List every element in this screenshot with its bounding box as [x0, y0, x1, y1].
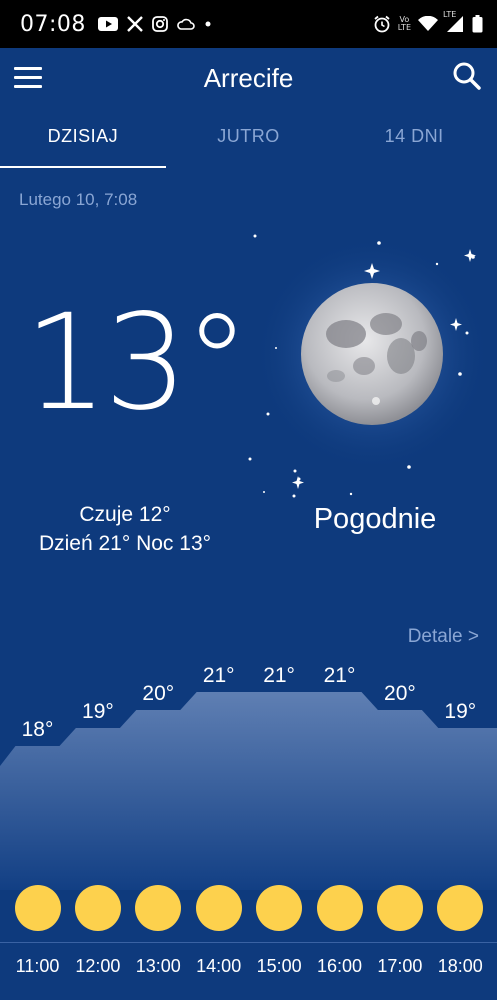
details-link[interactable]: Detale >	[408, 626, 479, 648]
hourly-weather-icons	[0, 885, 497, 935]
sun-icon	[256, 885, 303, 931]
hourly-temp-label: 19°	[444, 700, 476, 723]
moon-icon	[236, 226, 496, 516]
menu-icon-bar	[14, 75, 42, 79]
volte-label-bottom: LTE	[397, 23, 411, 32]
sun-icon	[14, 885, 61, 931]
sun-icon	[437, 885, 484, 931]
menu-icon	[14, 66, 42, 70]
location-title[interactable]: Arrecife	[204, 63, 294, 94]
weather-condition: Pogodnie	[313, 503, 437, 535]
divider	[0, 942, 497, 943]
hourly-temp-label: 21°	[263, 664, 295, 687]
hourly-temp-label: 20°	[384, 682, 416, 705]
hourly-times: 11:00 12:00 13:00 14:00 15:00 16:00 17:00 18:00	[0, 956, 497, 986]
hourly-temperature-chart: 18° 19° 20° 21° 21° 21° 20° 19°	[0, 664, 497, 890]
battery-icon	[472, 15, 483, 33]
x-icon	[127, 16, 143, 32]
status-time: 07:08	[20, 11, 86, 37]
wifi-icon	[418, 16, 438, 32]
volte-icon: Vo LTE	[398, 16, 411, 32]
youtube-icon	[97, 17, 118, 31]
hourly-temp-label: 19°	[82, 700, 114, 723]
hourly-time-label: 13:00	[135, 956, 181, 976]
hourly-temp-label: 18°	[22, 718, 54, 741]
sun-icon	[135, 885, 182, 931]
sun-icon	[74, 885, 121, 931]
tab-today[interactable]: DZISIAJ	[0, 108, 166, 168]
hourly-temp-label: 21°	[324, 664, 356, 687]
search-button[interactable]	[451, 60, 483, 92]
temperature-area	[0, 692, 497, 890]
hourly-time-label: 14:00	[196, 956, 242, 976]
hourly-time-label: 12:00	[75, 956, 121, 976]
sun-icon	[195, 885, 242, 931]
current-date: Lutego 10, 7:08	[19, 190, 138, 209]
cloud-icon	[177, 17, 195, 31]
tab-14-days[interactable]: 14 DNI	[331, 108, 497, 168]
current-temperature: 13°	[24, 286, 250, 440]
status-bar: 07:08 Vo LTE LTE	[0, 0, 497, 48]
lte-label: LTE	[443, 10, 457, 19]
day-night-temps: Dzień 21° Noc 13°	[38, 532, 212, 555]
status-notification-icons	[97, 16, 212, 32]
hourly-time-label: 18:00	[437, 956, 483, 976]
alarm-icon	[373, 15, 391, 33]
status-system-icons: Vo LTE LTE	[373, 11, 483, 33]
app-bar: Arrecife	[0, 48, 497, 108]
hourly-temp-label: 21°	[203, 664, 235, 687]
feels-like: Czuje 12°	[79, 503, 171, 526]
sun-icon	[376, 885, 423, 931]
hourly-temp-label: 20°	[142, 682, 174, 705]
sun-icon	[316, 885, 363, 931]
instagram-icon	[152, 16, 168, 32]
signal-icon: LTE	[443, 11, 465, 33]
tab-tomorrow[interactable]: JUTRO	[166, 108, 332, 168]
forecast-tabs: DZISIAJ JUTRO 14 DNI	[0, 108, 497, 168]
menu-icon-bar	[14, 84, 42, 88]
menu-button[interactable]	[14, 62, 48, 92]
hourly-time-label: 16:00	[316, 956, 363, 976]
hourly-time-label: 11:00	[15, 956, 60, 976]
search-icon	[453, 62, 481, 90]
hourly-time-label: 17:00	[377, 956, 423, 976]
dot-icon	[204, 20, 212, 28]
hourly-time-label: 15:00	[256, 956, 302, 976]
